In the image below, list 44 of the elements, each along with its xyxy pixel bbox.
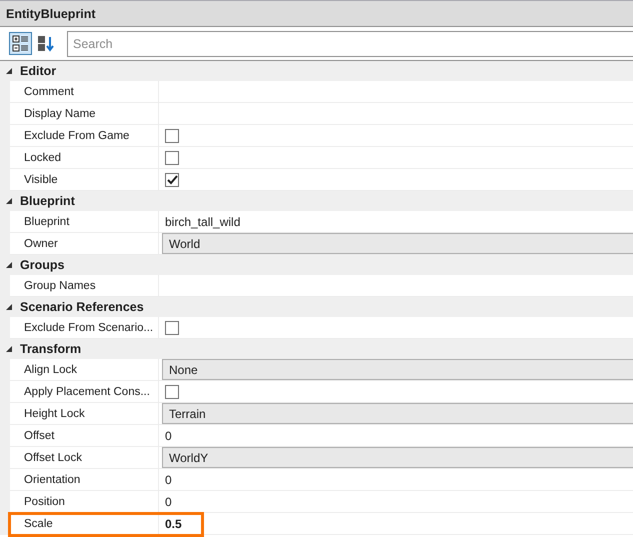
category-header: Scenario References [20,300,144,314]
dropdown[interactable]: World [162,233,633,254]
property-name: Offset Lock [24,452,82,464]
window-title: EntityBlueprint [6,6,96,20]
property-name: Apply Placement Cons... [24,386,150,398]
collapse-triangle-icon[interactable] [5,197,13,205]
checkbox[interactable] [165,384,179,398]
property-name: Height Lock [24,408,85,420]
property-name: Owner [24,238,58,250]
search-field[interactable]: Search [67,30,633,56]
category-header: Editor [20,64,56,78]
collapse-triangle-icon[interactable] [5,261,13,269]
property-name: Exclude From Game [24,130,130,142]
property-name: Position [24,496,65,508]
value-field[interactable]: 0 [159,491,633,513]
category-header: Blueprint [20,194,75,208]
categorized-button[interactable] [9,32,32,55]
property-name: Orientation [24,474,80,486]
property-name: Visible [24,174,58,186]
checkbox[interactable] [165,320,179,334]
checkbox[interactable] [165,128,179,142]
property-name: Group Names [24,280,96,292]
property-name: Display Name [24,108,96,120]
property-name: Comment [24,86,74,98]
property-name: Blueprint [24,216,70,228]
value-field[interactable]: birch_tall_wild [159,211,633,233]
dropdown[interactable]: None [162,359,633,380]
category-header: Groups [20,258,64,272]
checkbox[interactable] [165,150,179,164]
checkbox[interactable] [165,172,179,186]
dropdown[interactable]: Terrain [162,403,633,424]
category-header: Transform [20,342,82,356]
property-name: Align Lock [24,364,78,376]
collapse-triangle-icon[interactable] [5,67,13,75]
value-field[interactable]: 0 [159,469,633,491]
property-name: Exclude From Scenario... [24,322,154,334]
property-name: Offset [24,430,54,442]
value-field[interactable]: 0 [159,425,633,447]
collapse-triangle-icon[interactable] [5,345,13,353]
collapse-triangle-icon[interactable] [5,303,13,311]
property-name: Locked [24,152,62,164]
value-field[interactable]: 0.5 [159,513,633,535]
property-name: Scale [24,518,53,530]
dropdown[interactable]: WorldY [162,447,633,468]
